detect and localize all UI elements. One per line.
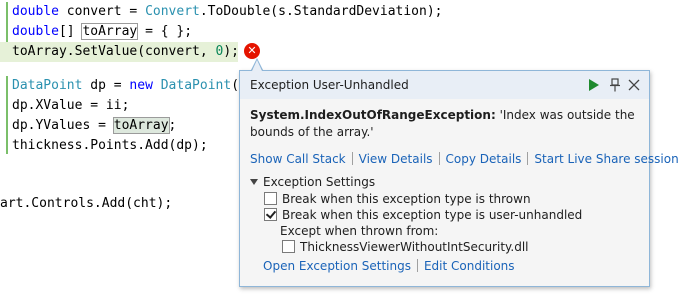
code-text: convert = [58, 4, 146, 19]
except-label: Except when thrown from: [280, 224, 439, 238]
code-line-current[interactable]: toArray.SetValue(convert, 0); [12, 42, 239, 62]
collapse-triangle-icon [250, 179, 258, 185]
show-call-stack-link[interactable]: Show Call Stack [250, 152, 346, 166]
code-line[interactable]: double convert = Convert.ToDouble(s.Stan… [12, 2, 443, 22]
popup-header: Exception User-Unhandled [240, 71, 649, 99]
change-indicator [6, 76, 8, 154]
pin-button[interactable] [607, 77, 623, 93]
reference-highlight: toArray [81, 23, 139, 40]
except-module-checkbox[interactable] [282, 240, 295, 253]
code-text: dp.YValues = [12, 118, 114, 133]
action-links: Show Call Stack View Details Copy Details S… [250, 152, 679, 166]
error-icon[interactable]: ✕ [244, 43, 260, 59]
view-details-link[interactable]: View Details [359, 152, 433, 166]
code-line[interactable]: thickness.Points.Add(dp); [12, 136, 208, 156]
exception-type: System.IndexOutOfRangeException: [250, 108, 496, 122]
code-line[interactable]: dp.YValues = toArray; [12, 116, 176, 136]
code-line[interactable]: art.Controls.Add(cht); [0, 194, 172, 214]
copy-details-link[interactable]: Copy Details [446, 152, 522, 166]
type-name: DataPoint [12, 78, 83, 93]
link-separator [416, 259, 418, 272]
except-module-label: ThicknessViewerWithoutIntSecurity.dll [300, 240, 529, 254]
exception-settings-header: Exception Settings [263, 175, 376, 189]
code-text: ; [168, 118, 177, 133]
break-unhandled-label: Break when this exception type is user-u… [282, 208, 583, 222]
break-unhandled-checkbox[interactable] [264, 208, 277, 221]
link-separator [527, 152, 529, 165]
reference-highlight: toArray [112, 117, 170, 134]
break-thrown-checkbox[interactable] [264, 192, 277, 205]
keyword: double [12, 24, 59, 39]
popup-pointer-fill [252, 60, 262, 71]
open-exception-settings-link[interactable]: Open Exception Settings [263, 259, 411, 273]
code-line[interactable]: DataPoint dp = new DataPoint() [12, 76, 247, 96]
bottom-links: Open Exception Settings Edit Conditions [263, 259, 515, 273]
keyword: new [129, 78, 153, 93]
popup-title: Exception User-Unhandled [250, 78, 409, 92]
keyword: double [12, 4, 59, 19]
continue-button[interactable] [586, 77, 602, 93]
break-thrown-row[interactable]: Break when this exception type is thrown [264, 191, 531, 207]
close-icon [628, 79, 640, 91]
break-thrown-label: Break when this exception type is thrown [282, 192, 531, 206]
code-text: .ToDouble(s.StandardDeviation); [199, 4, 443, 19]
code-line[interactable]: double[] toArray = { }; [12, 22, 192, 42]
exception-settings-toggle[interactable]: Exception Settings [250, 175, 375, 189]
link-separator [438, 152, 440, 165]
code-text: dp = [82, 78, 130, 93]
exception-popup: Exception User-Unhandled System.IndexOut… [239, 70, 679, 287]
play-icon [589, 79, 599, 91]
code-text: [] [58, 24, 83, 39]
exception-message: System.IndexOutOfRangeException: 'Index … [250, 107, 640, 141]
type-name: Convert [145, 4, 200, 19]
code-text: = { }; [137, 24, 193, 39]
break-unhandled-row[interactable]: Break when this exception type is user-u… [264, 207, 582, 223]
code-line[interactable]: dp.XValue = ii; [12, 96, 129, 116]
type-name: DataPoint [160, 78, 232, 93]
code-text: toArray.SetValue(convert, [12, 44, 216, 59]
edit-conditions-link[interactable]: Edit Conditions [424, 259, 515, 273]
except-module-row[interactable]: ThicknessViewerWithoutIntSecurity.dll [282, 239, 529, 255]
live-share-link[interactable]: Start Live Share session [534, 152, 678, 166]
pin-icon [610, 78, 620, 92]
link-separator [351, 152, 353, 165]
close-button[interactable] [626, 77, 642, 93]
code-text: ); [223, 44, 239, 59]
